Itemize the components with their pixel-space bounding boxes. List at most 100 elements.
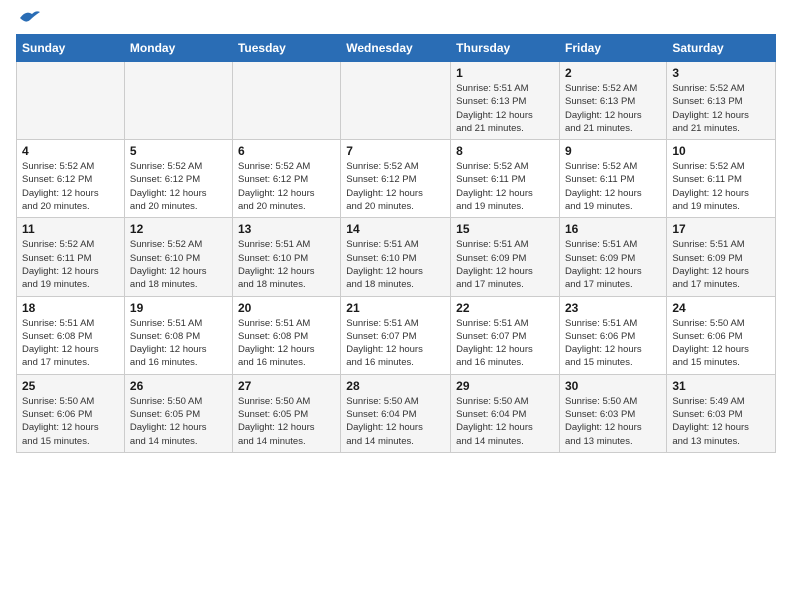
day-number: 27 bbox=[238, 379, 335, 393]
logo-bird-icon bbox=[18, 8, 40, 26]
day-number: 29 bbox=[456, 379, 554, 393]
day-info: Sunrise: 5:52 AMSunset: 6:11 PMDaylight:… bbox=[22, 238, 119, 291]
calendar-cell: 31 Sunrise: 5:49 AMSunset: 6:03 PMDayligh… bbox=[667, 374, 776, 452]
calendar-cell: 2 Sunrise: 5:52 AMSunset: 6:13 PMDaylight… bbox=[560, 62, 667, 140]
day-info: Sunrise: 5:50 AMSunset: 6:04 PMDaylight:… bbox=[346, 395, 445, 448]
calendar-week-row: 1 Sunrise: 5:51 AMSunset: 6:13 PMDaylight… bbox=[17, 62, 776, 140]
weekday-header-saturday: Saturday bbox=[667, 35, 776, 62]
day-number: 6 bbox=[238, 144, 335, 158]
calendar-week-row: 11 Sunrise: 5:52 AMSunset: 6:11 PMDayligh… bbox=[17, 218, 776, 296]
day-number: 14 bbox=[346, 222, 445, 236]
day-number: 22 bbox=[456, 301, 554, 315]
weekday-header-wednesday: Wednesday bbox=[341, 35, 451, 62]
day-info: Sunrise: 5:52 AMSunset: 6:13 PMDaylight:… bbox=[672, 82, 770, 135]
day-info: Sunrise: 5:52 AMSunset: 6:11 PMDaylight:… bbox=[456, 160, 554, 213]
day-number: 5 bbox=[130, 144, 227, 158]
day-number: 23 bbox=[565, 301, 661, 315]
calendar-cell: 20 Sunrise: 5:51 AMSunset: 6:08 PMDayligh… bbox=[232, 296, 340, 374]
calendar-cell bbox=[232, 62, 340, 140]
weekday-header-tuesday: Tuesday bbox=[232, 35, 340, 62]
calendar-cell: 6 Sunrise: 5:52 AMSunset: 6:12 PMDaylight… bbox=[232, 140, 340, 218]
day-number: 15 bbox=[456, 222, 554, 236]
calendar-cell: 11 Sunrise: 5:52 AMSunset: 6:11 PMDayligh… bbox=[17, 218, 125, 296]
calendar-cell: 19 Sunrise: 5:51 AMSunset: 6:08 PMDayligh… bbox=[124, 296, 232, 374]
calendar-table: SundayMondayTuesdayWednesdayThursdayFrid… bbox=[16, 34, 776, 453]
day-info: Sunrise: 5:50 AMSunset: 6:05 PMDaylight:… bbox=[130, 395, 227, 448]
day-number: 9 bbox=[565, 144, 661, 158]
day-number: 18 bbox=[22, 301, 119, 315]
day-number: 17 bbox=[672, 222, 770, 236]
day-info: Sunrise: 5:51 AMSunset: 6:08 PMDaylight:… bbox=[130, 317, 227, 370]
day-number: 30 bbox=[565, 379, 661, 393]
day-info: Sunrise: 5:52 AMSunset: 6:12 PMDaylight:… bbox=[346, 160, 445, 213]
day-info: Sunrise: 5:49 AMSunset: 6:03 PMDaylight:… bbox=[672, 395, 770, 448]
day-number: 26 bbox=[130, 379, 227, 393]
calendar-week-row: 18 Sunrise: 5:51 AMSunset: 6:08 PMDayligh… bbox=[17, 296, 776, 374]
day-info: Sunrise: 5:51 AMSunset: 6:09 PMDaylight:… bbox=[672, 238, 770, 291]
page-header bbox=[16, 16, 776, 26]
day-number: 3 bbox=[672, 66, 770, 80]
calendar-cell: 27 Sunrise: 5:50 AMSunset: 6:05 PMDayligh… bbox=[232, 374, 340, 452]
day-info: Sunrise: 5:50 AMSunset: 6:05 PMDaylight:… bbox=[238, 395, 335, 448]
calendar-cell: 14 Sunrise: 5:51 AMSunset: 6:10 PMDayligh… bbox=[341, 218, 451, 296]
calendar-cell: 18 Sunrise: 5:51 AMSunset: 6:08 PMDayligh… bbox=[17, 296, 125, 374]
calendar-week-row: 25 Sunrise: 5:50 AMSunset: 6:06 PMDayligh… bbox=[17, 374, 776, 452]
day-info: Sunrise: 5:51 AMSunset: 6:06 PMDaylight:… bbox=[565, 317, 661, 370]
day-info: Sunrise: 5:50 AMSunset: 6:03 PMDaylight:… bbox=[565, 395, 661, 448]
calendar-cell bbox=[341, 62, 451, 140]
calendar-cell: 22Sunrise: 5:51 AMSunset: 6:07 PMDayligh… bbox=[451, 296, 560, 374]
weekday-header-row: SundayMondayTuesdayWednesdayThursdayFrid… bbox=[17, 35, 776, 62]
calendar-cell: 1 Sunrise: 5:51 AMSunset: 6:13 PMDaylight… bbox=[451, 62, 560, 140]
calendar-cell: 10 Sunrise: 5:52 AMSunset: 6:11 PMDayligh… bbox=[667, 140, 776, 218]
day-number: 19 bbox=[130, 301, 227, 315]
day-info: Sunrise: 5:51 AMSunset: 6:13 PMDaylight:… bbox=[456, 82, 554, 135]
day-number: 16 bbox=[565, 222, 661, 236]
day-number: 20 bbox=[238, 301, 335, 315]
day-info: Sunrise: 5:50 AMSunset: 6:04 PMDaylight:… bbox=[456, 395, 554, 448]
day-number: 31 bbox=[672, 379, 770, 393]
logo bbox=[16, 16, 40, 26]
calendar-cell: 9 Sunrise: 5:52 AMSunset: 6:11 PMDaylight… bbox=[560, 140, 667, 218]
calendar-cell: 21Sunrise: 5:51 AMSunset: 6:07 PMDayligh… bbox=[341, 296, 451, 374]
calendar-week-row: 4 Sunrise: 5:52 AMSunset: 6:12 PMDaylight… bbox=[17, 140, 776, 218]
calendar-cell: 13 Sunrise: 5:51 AMSunset: 6:10 PMDayligh… bbox=[232, 218, 340, 296]
day-info: Sunrise: 5:51 AMSunset: 6:08 PMDaylight:… bbox=[22, 317, 119, 370]
day-number: 28 bbox=[346, 379, 445, 393]
day-info: Sunrise: 5:52 AMSunset: 6:11 PMDaylight:… bbox=[672, 160, 770, 213]
day-number: 21 bbox=[346, 301, 445, 315]
calendar-cell: 26 Sunrise: 5:50 AMSunset: 6:05 PMDayligh… bbox=[124, 374, 232, 452]
calendar-cell: 3 Sunrise: 5:52 AMSunset: 6:13 PMDaylight… bbox=[667, 62, 776, 140]
day-number: 4 bbox=[22, 144, 119, 158]
day-number: 11 bbox=[22, 222, 119, 236]
weekday-header-thursday: Thursday bbox=[451, 35, 560, 62]
weekday-header-sunday: Sunday bbox=[17, 35, 125, 62]
day-info: Sunrise: 5:50 AMSunset: 6:06 PMDaylight:… bbox=[22, 395, 119, 448]
day-info: Sunrise: 5:52 AMSunset: 6:12 PMDaylight:… bbox=[130, 160, 227, 213]
day-number: 2 bbox=[565, 66, 661, 80]
calendar-cell: 17 Sunrise: 5:51 AMSunset: 6:09 PMDayligh… bbox=[667, 218, 776, 296]
day-number: 13 bbox=[238, 222, 335, 236]
day-info: Sunrise: 5:51 AMSunset: 6:10 PMDaylight:… bbox=[238, 238, 335, 291]
calendar-cell: 30 Sunrise: 5:50 AMSunset: 6:03 PMDayligh… bbox=[560, 374, 667, 452]
calendar-cell: 15 Sunrise: 5:51 AMSunset: 6:09 PMDayligh… bbox=[451, 218, 560, 296]
calendar-cell bbox=[124, 62, 232, 140]
day-info: Sunrise: 5:50 AMSunset: 6:06 PMDaylight:… bbox=[672, 317, 770, 370]
day-number: 8 bbox=[456, 144, 554, 158]
day-info: Sunrise: 5:51 AMSunset: 6:09 PMDaylight:… bbox=[565, 238, 661, 291]
calendar-cell: 4 Sunrise: 5:52 AMSunset: 6:12 PMDaylight… bbox=[17, 140, 125, 218]
day-info: Sunrise: 5:51 AMSunset: 6:10 PMDaylight:… bbox=[346, 238, 445, 291]
day-info: Sunrise: 5:52 AMSunset: 6:11 PMDaylight:… bbox=[565, 160, 661, 213]
day-number: 24 bbox=[672, 301, 770, 315]
day-number: 10 bbox=[672, 144, 770, 158]
day-info: Sunrise: 5:52 AMSunset: 6:12 PMDaylight:… bbox=[238, 160, 335, 213]
day-info: Sunrise: 5:52 AMSunset: 6:13 PMDaylight:… bbox=[565, 82, 661, 135]
calendar-cell: 28 Sunrise: 5:50 AMSunset: 6:04 PMDayligh… bbox=[341, 374, 451, 452]
day-number: 1 bbox=[456, 66, 554, 80]
weekday-header-monday: Monday bbox=[124, 35, 232, 62]
day-info: Sunrise: 5:51 AMSunset: 6:08 PMDaylight:… bbox=[238, 317, 335, 370]
day-info: Sunrise: 5:52 AMSunset: 6:12 PMDaylight:… bbox=[22, 160, 119, 213]
calendar-cell: 5 Sunrise: 5:52 AMSunset: 6:12 PMDaylight… bbox=[124, 140, 232, 218]
day-number: 25 bbox=[22, 379, 119, 393]
day-info: Sunrise: 5:51 AMSunset: 6:09 PMDaylight:… bbox=[456, 238, 554, 291]
calendar-cell: 25 Sunrise: 5:50 AMSunset: 6:06 PMDayligh… bbox=[17, 374, 125, 452]
